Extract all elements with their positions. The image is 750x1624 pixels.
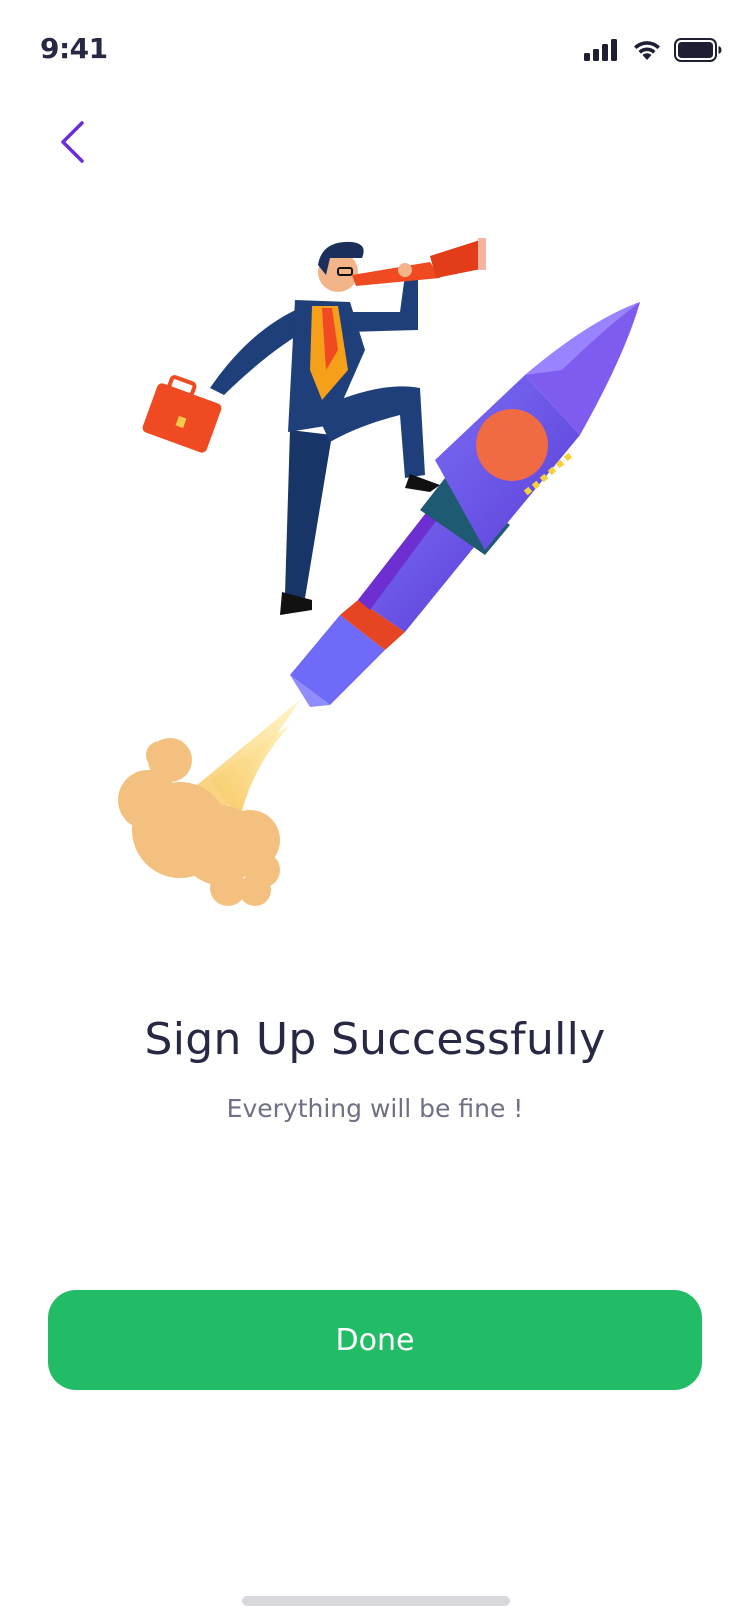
status-bar: 9:41 (0, 0, 750, 100)
done-button[interactable]: Done (48, 1290, 702, 1390)
chevron-left-icon (61, 121, 84, 163)
signal-icon (584, 39, 617, 61)
smoke-cloud (118, 700, 300, 906)
status-time: 9:41 (40, 32, 108, 65)
page-subtitle: Everything will be fine ! (226, 1094, 524, 1123)
home-indicator (242, 1596, 510, 1606)
page-title: Sign Up Successfully (144, 1014, 606, 1065)
status-icons (584, 35, 722, 65)
back-button[interactable] (52, 118, 92, 166)
wifi-icon (634, 41, 660, 60)
battery-icon (674, 38, 722, 62)
businessman-rocket-illustration (118, 238, 640, 906)
